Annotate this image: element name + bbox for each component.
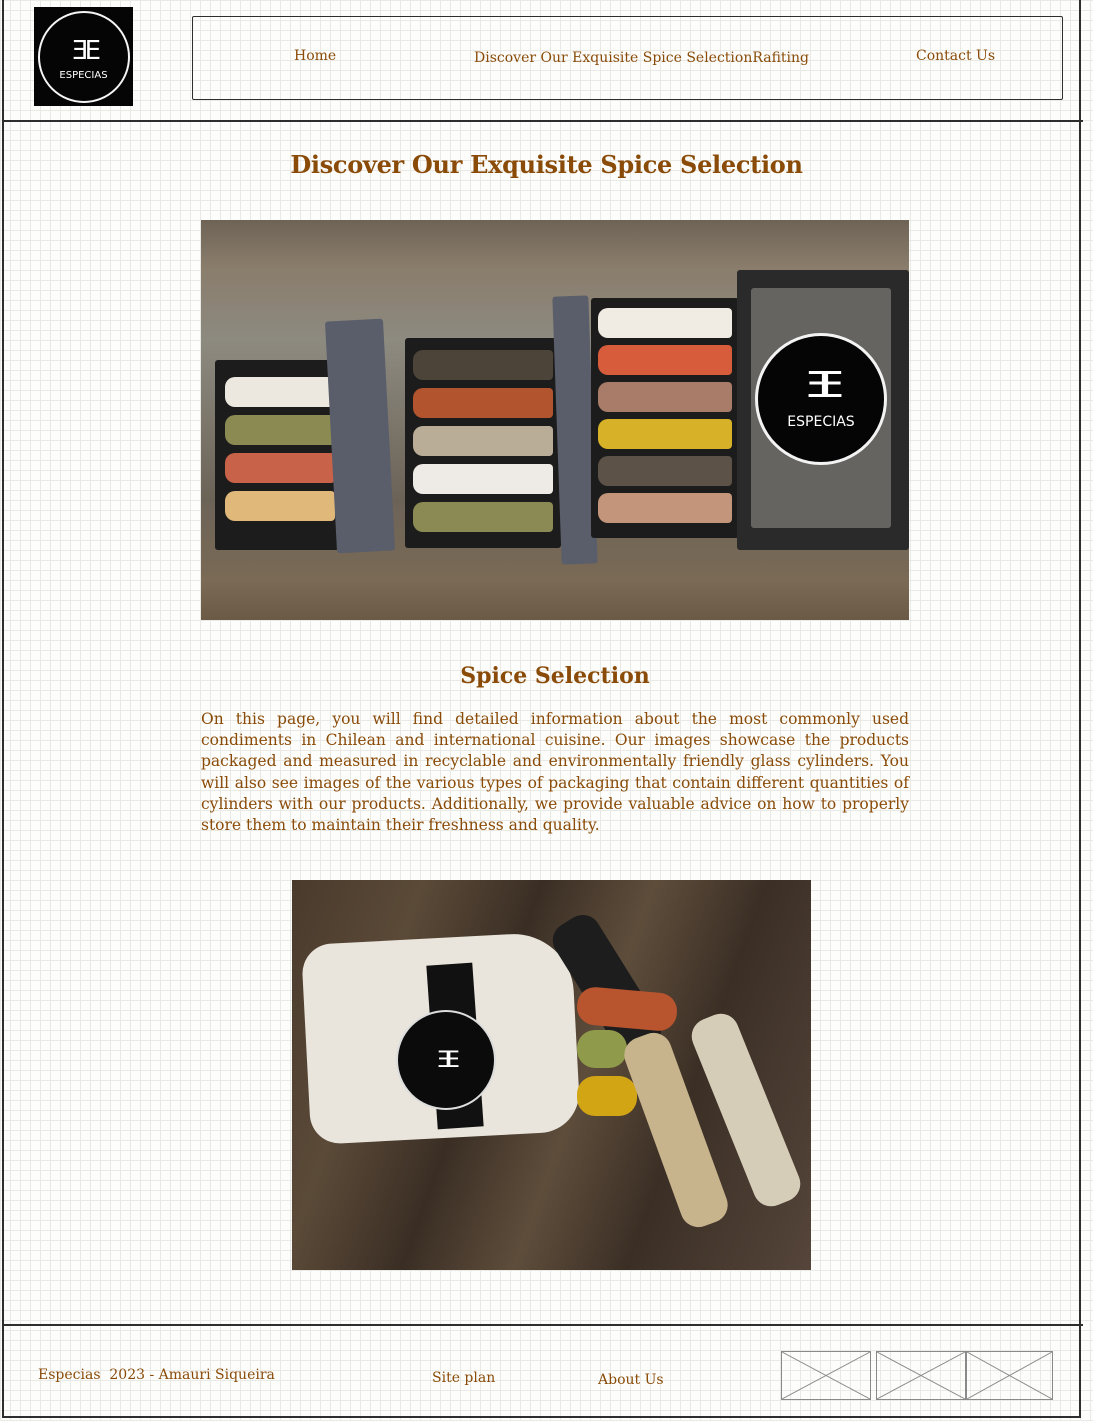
footer-divider <box>2 1324 1083 1326</box>
spice-tube <box>413 464 553 494</box>
logo-glyph: Ǝ E <box>71 36 101 66</box>
spice-tube <box>598 308 732 338</box>
site-logo[interactable]: Ǝ E ESPECIAS <box>34 7 133 106</box>
hero-image-spice-boxes: ƎE ESPECIAS <box>201 220 909 620</box>
section-description: On this page, you will find detailed inf… <box>201 710 909 835</box>
nav-link-home[interactable]: Home <box>294 48 336 64</box>
social-icon-placeholder[interactable] <box>781 1351 871 1400</box>
spice-tube <box>225 491 335 521</box>
page-title: Discover Our Exquisite Spice Selection <box>290 150 803 179</box>
spice-tube-herb <box>577 1030 627 1068</box>
especias-badge: ƎE ESPECIAS <box>755 333 887 465</box>
spice-tube <box>225 377 335 407</box>
social-icon-placeholder[interactable] <box>876 1351 966 1400</box>
section-subtitle: Spice Selection <box>460 663 650 689</box>
spice-tube <box>413 502 553 532</box>
spice-tube-turmeric <box>577 1076 637 1116</box>
spice-tube <box>413 388 553 418</box>
bag-badge: ƎE <box>396 1010 496 1110</box>
logo-ring: Ǝ E ESPECIAS <box>37 10 130 103</box>
spice-tube <box>598 493 732 523</box>
main-nav: Home Discover Our Exquisite Spice Select… <box>192 16 1063 100</box>
spice-tube <box>598 456 732 486</box>
spice-tube <box>413 426 553 456</box>
spice-tube <box>413 350 553 380</box>
spice-tube <box>598 419 732 449</box>
footer-copyright: Especias 2023 - Amauri Siqueira <box>38 1367 275 1383</box>
logo-text: ESPECIAS <box>59 70 108 81</box>
social-icon-placeholder[interactable] <box>966 1351 1053 1400</box>
badge-text: ESPECIAS <box>787 414 855 430</box>
spice-tube-paprika <box>575 985 679 1033</box>
photo-spice-bag: ƎE <box>292 880 811 1270</box>
nav-link-contact[interactable]: Contact Us <box>916 48 995 64</box>
spice-tube <box>598 382 732 412</box>
footer-link-site-plan[interactable]: Site plan <box>432 1370 495 1386</box>
header-divider <box>2 120 1083 122</box>
spice-tube <box>225 415 335 445</box>
badge-glyph: ƎE <box>806 365 843 406</box>
footer-link-about-us[interactable]: About Us <box>598 1372 664 1388</box>
nav-link-discover[interactable]: Discover Our Exquisite Spice SelectionRa… <box>474 50 809 66</box>
spice-tube <box>598 345 732 375</box>
spice-tube <box>225 453 335 483</box>
box-lid <box>324 318 396 554</box>
